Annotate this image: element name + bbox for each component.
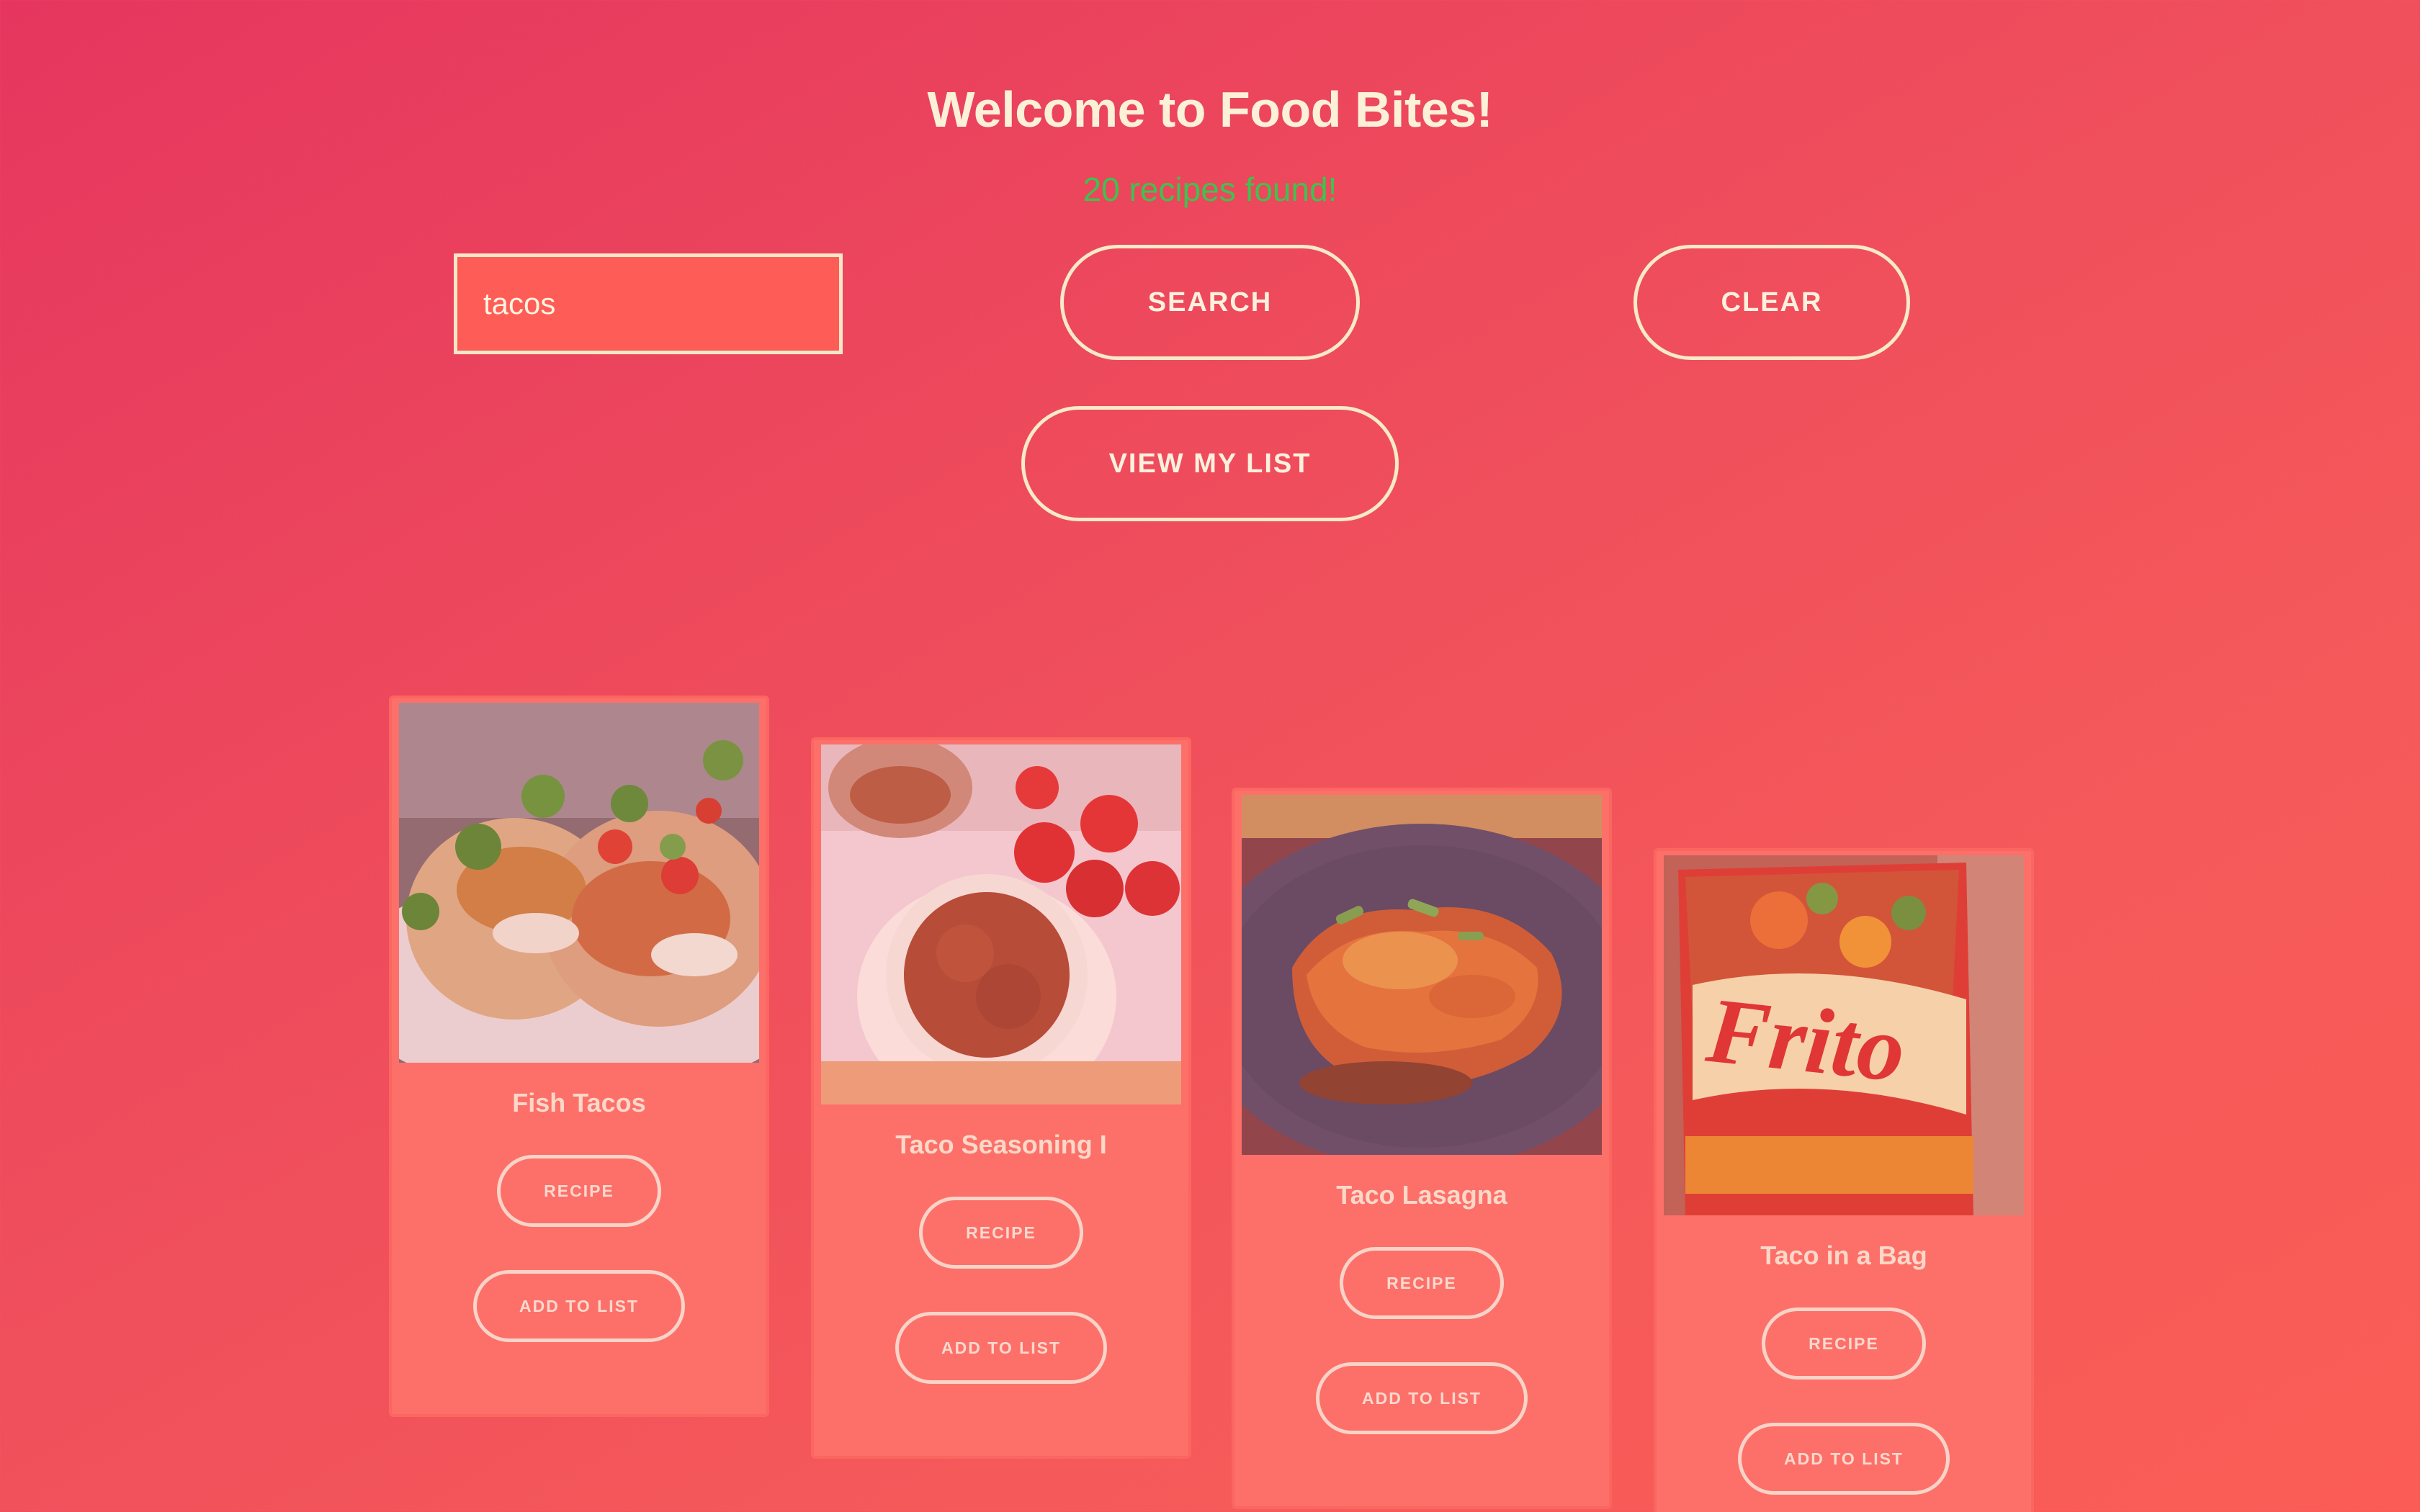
search-input[interactable]: [454, 253, 843, 354]
fish-tacos-image: [399, 703, 759, 1063]
taco-in-a-bag-image: Frito: [1664, 855, 2024, 1215]
taco-lasagna-image: [1242, 795, 1602, 1155]
view-my-list-button[interactable]: VIEW MY LIST: [1021, 406, 1399, 521]
recipe-card: Taco Seasoning I RECIPE ADD TO LIST: [811, 737, 1191, 1459]
recipe-title: Taco Lasagna: [1336, 1180, 1507, 1210]
recipe-title: Fish Tacos: [512, 1088, 646, 1117]
page-title: Welcome to Food Bites!: [927, 81, 1493, 138]
recipe-button[interactable]: RECIPE: [497, 1155, 661, 1227]
search-button[interactable]: SEARCH: [1060, 245, 1360, 360]
recipe-button[interactable]: RECIPE: [1762, 1308, 1926, 1380]
add-to-list-button[interactable]: ADD TO LIST: [1738, 1423, 1950, 1495]
recipe-button[interactable]: RECIPE: [1340, 1247, 1504, 1319]
taco-seasoning-image: [821, 744, 1181, 1104]
recipe-title: Taco Seasoning I: [895, 1130, 1107, 1159]
add-to-list-button[interactable]: ADD TO LIST: [473, 1270, 685, 1342]
clear-button[interactable]: CLEAR: [1634, 245, 1910, 360]
recipe-card: Fish Tacos RECIPE ADD TO LIST: [389, 696, 769, 1417]
recipe-card: Frito Taco in a Bag RECIPE ADD TO LIST: [1654, 848, 2034, 1512]
results-count: 20 recipes found!: [1083, 171, 1337, 208]
recipe-card: Taco Lasagna RECIPE ADD TO LIST: [1232, 788, 1612, 1509]
add-to-list-button[interactable]: ADD TO LIST: [895, 1312, 1107, 1384]
recipe-button[interactable]: RECIPE: [919, 1197, 1083, 1269]
recipe-title: Taco in a Bag: [1760, 1241, 1927, 1270]
add-to-list-button[interactable]: ADD TO LIST: [1316, 1362, 1528, 1434]
